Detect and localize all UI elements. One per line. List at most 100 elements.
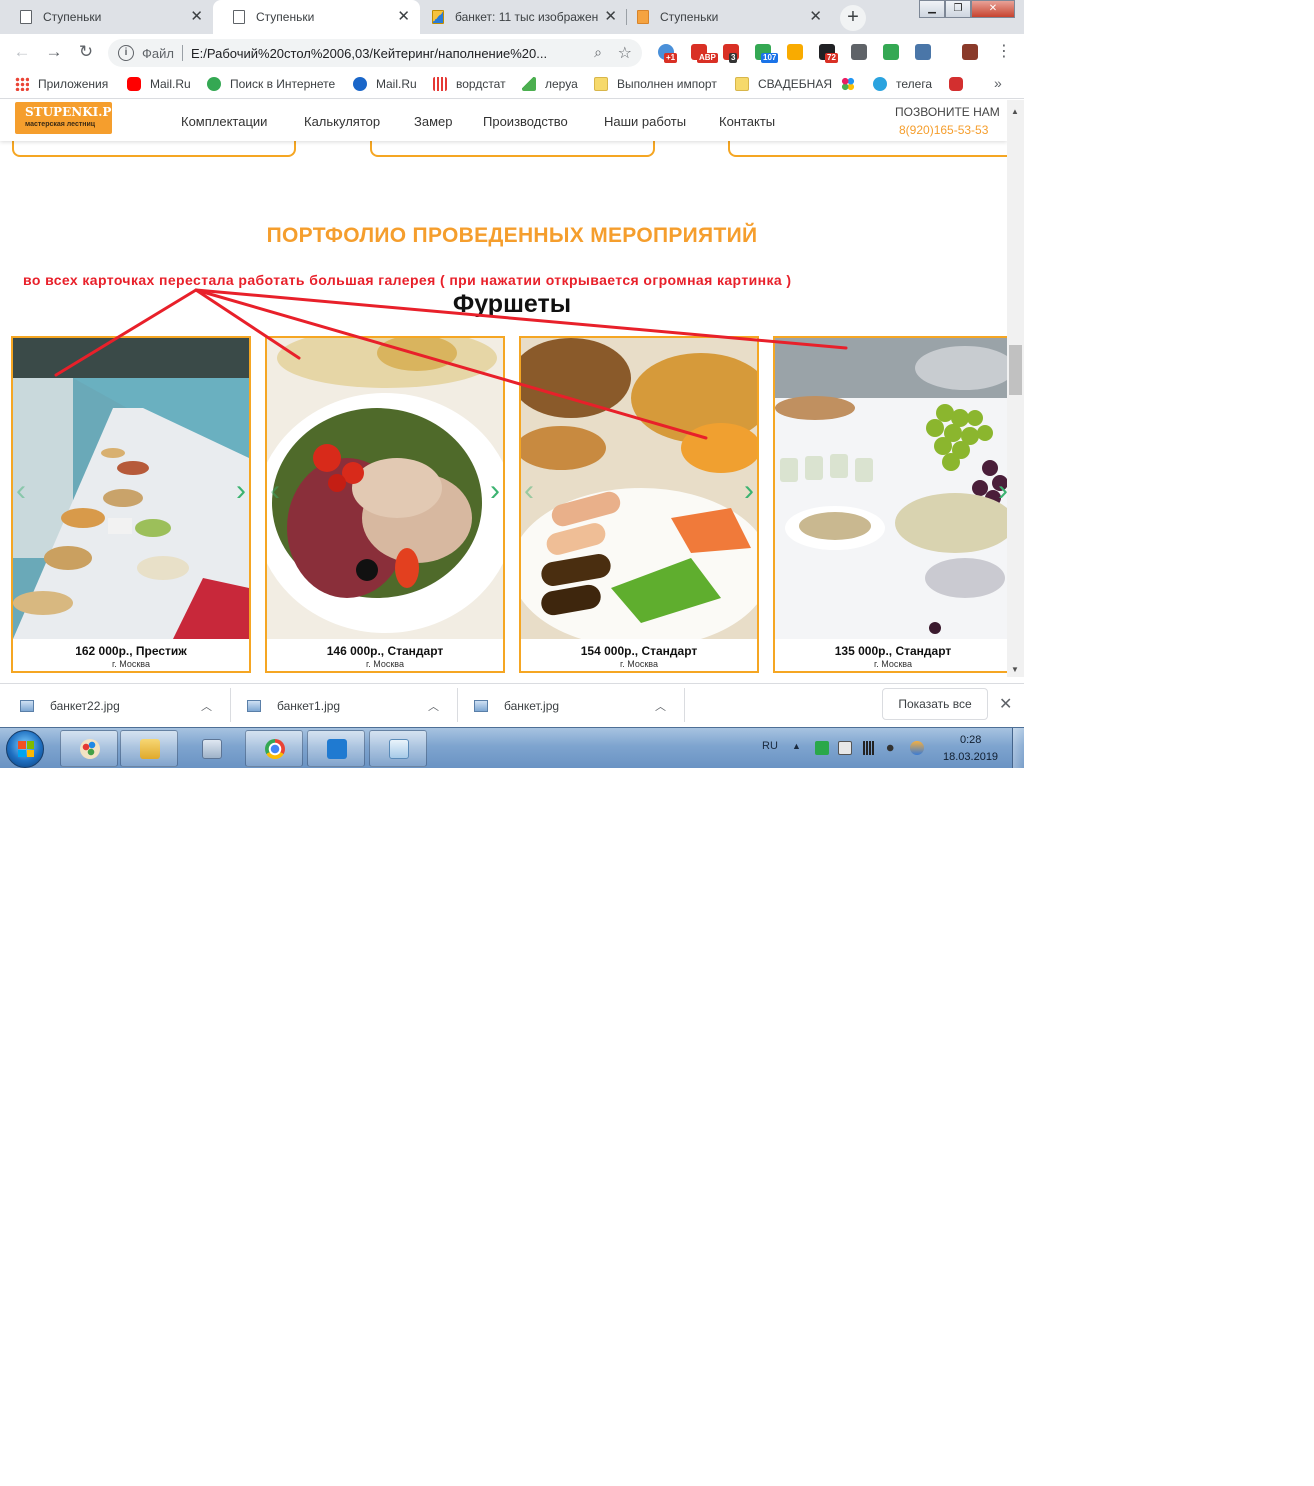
bookmark-mailru-2[interactable]: Mail.Ru bbox=[353, 77, 417, 91]
scroll-thumb[interactable] bbox=[1009, 345, 1022, 395]
bookmark-leroy[interactable]: леруа bbox=[522, 77, 578, 91]
taskbar-paint[interactable] bbox=[60, 730, 118, 767]
dots-color-icon bbox=[841, 77, 855, 91]
clock-date[interactable]: 18.03.2019 bbox=[943, 751, 998, 763]
chevron-up-icon[interactable]: ︿ bbox=[201, 698, 212, 714]
tab-close-icon[interactable]: ✕ bbox=[604, 9, 617, 25]
image-file-icon bbox=[474, 700, 488, 712]
bookmark-dots[interactable] bbox=[841, 77, 864, 91]
bookmark-folder-wedding[interactable]: СВАДЕБНАЯ bbox=[735, 77, 832, 91]
scroll-up-arrow-icon[interactable]: ▲ bbox=[1011, 107, 1019, 116]
back-button[interactable]: ← bbox=[10, 41, 34, 65]
banquet-hall-photo[interactable] bbox=[13, 338, 249, 639]
download-item[interactable]: банкет22.jpg ︿ bbox=[20, 684, 230, 728]
bookmark-apps[interactable]: Приложения bbox=[15, 77, 108, 91]
adblock-icon[interactable]: ABP bbox=[691, 44, 718, 63]
minimize-button[interactable]: ▁ bbox=[919, 0, 945, 18]
cloud-icon[interactable]: +1 bbox=[658, 44, 678, 63]
bookmark-search[interactable]: Поиск в Интернете bbox=[207, 77, 335, 91]
network-signal-icon[interactable] bbox=[862, 741, 876, 755]
bookmark-folder-import[interactable]: Выполнен импорт bbox=[594, 77, 717, 91]
volume-icon[interactable] bbox=[886, 741, 900, 755]
tray-weather-icon[interactable] bbox=[910, 741, 924, 755]
chat-icon[interactable]: 72 bbox=[819, 44, 838, 63]
taskbar-explorer[interactable] bbox=[120, 730, 178, 767]
event-card[interactable]: ‹ › 146 000р., Стандарт г. Москва bbox=[265, 336, 505, 673]
nav-calculator[interactable]: Калькулятор bbox=[304, 114, 380, 129]
new-tab-button[interactable]: + bbox=[840, 5, 866, 31]
language-indicator[interactable]: RU bbox=[762, 740, 778, 752]
gallery-next-arrow-icon[interactable]: › bbox=[744, 476, 754, 506]
vk-icon[interactable] bbox=[915, 44, 931, 60]
close-downloads-icon[interactable]: ✕ bbox=[999, 694, 1012, 714]
chevron-up-icon[interactable]: ︿ bbox=[655, 698, 666, 714]
chrome-menu-button[interactable]: ⋮ bbox=[996, 40, 1012, 64]
event-card[interactable]: ‹ › 154 000р., Стандарт г. Москва bbox=[519, 336, 759, 673]
bookmark-mailru-1[interactable]: Mail.Ru bbox=[127, 77, 191, 91]
bookmark-mask[interactable] bbox=[949, 77, 972, 91]
tab-close-icon[interactable]: ✕ bbox=[809, 9, 822, 25]
tab-close-icon[interactable]: ✕ bbox=[397, 9, 410, 25]
gallery-prev-arrow-icon[interactable]: ‹ bbox=[16, 476, 26, 506]
meat-plate-photo[interactable] bbox=[267, 338, 503, 639]
tab-4[interactable]: Ступеньки ✕ bbox=[627, 0, 832, 34]
taskbar-vscode[interactable] bbox=[307, 730, 365, 767]
yandex-icon[interactable] bbox=[787, 44, 803, 60]
taskbar-calculator[interactable] bbox=[182, 730, 240, 767]
pen-icon[interactable] bbox=[962, 44, 978, 60]
green-circle-icon[interactable] bbox=[883, 44, 899, 60]
tray-device-icon[interactable] bbox=[838, 741, 852, 755]
address-bar[interactable]: i Файл E:/Рабочий%20стол%2006,03/Кейтери… bbox=[108, 39, 642, 67]
event-card[interactable]: ‹ › 162 000р., Престиж г. Москва bbox=[11, 336, 251, 673]
rolls-plate-photo[interactable] bbox=[521, 338, 757, 639]
show-all-downloads-button[interactable]: Показать все bbox=[882, 688, 988, 720]
paint-icon bbox=[80, 739, 100, 759]
download-item[interactable]: банкет.jpg ︿ bbox=[474, 684, 684, 728]
bookmark-star-icon[interactable]: ☆ bbox=[618, 43, 632, 63]
info-icon[interactable]: i bbox=[118, 45, 134, 61]
nav-measure[interactable]: Замер bbox=[414, 114, 452, 129]
gallery-prev-arrow-icon[interactable]: ‹ bbox=[524, 476, 534, 506]
window-close-button[interactable]: ✕ bbox=[971, 0, 1015, 18]
restore-button[interactable]: ❐ bbox=[945, 0, 971, 18]
gallery-next-arrow-icon[interactable]: › bbox=[236, 476, 246, 506]
site-logo[interactable]: STUPENKI.PRO мастерская лестниц bbox=[15, 102, 132, 134]
clock-time[interactable]: 0:28 bbox=[960, 734, 981, 746]
forward-button[interactable]: → bbox=[42, 41, 66, 65]
scroll-down-arrow-icon[interactable]: ▼ bbox=[1011, 665, 1019, 674]
tab-2-active[interactable]: Ступеньки ✕ bbox=[213, 0, 420, 34]
page-scrollbar[interactable]: ▲ ▼ bbox=[1007, 100, 1024, 677]
gallery-prev-arrow-icon[interactable]: ‹ bbox=[270, 476, 280, 506]
phone-link[interactable]: 8(920)165-53-53 bbox=[899, 123, 988, 137]
ke-icon bbox=[207, 77, 221, 91]
bookmark-telegram[interactable]: телега bbox=[873, 77, 932, 91]
event-card[interactable]: › 135 000р., Стандарт г. Москва bbox=[773, 336, 1007, 673]
buffet-grapes-photo[interactable] bbox=[775, 338, 1007, 639]
reload-button[interactable]: ↻ bbox=[74, 41, 98, 65]
bookmark-wordstat[interactable]: вордстат bbox=[433, 77, 506, 91]
gallery-next-arrow-icon[interactable]: › bbox=[490, 476, 500, 506]
tab-3[interactable]: банкет: 11 тыс изображен ✕ bbox=[420, 0, 627, 34]
tab-close-icon[interactable]: ✕ bbox=[190, 9, 203, 25]
bookmark-label: СВАДЕБНАЯ bbox=[758, 77, 833, 91]
tray-green-icon[interactable] bbox=[815, 741, 829, 755]
nav-our-works[interactable]: Наши работы bbox=[604, 114, 686, 129]
url-text[interactable]: E:/Рабочий%20стол%2006,03/Кейтеринг/напо… bbox=[191, 46, 571, 61]
bookmarks-more-button[interactable]: » bbox=[994, 75, 1002, 91]
opera-red-icon[interactable]: 3 bbox=[723, 44, 739, 63]
tab-1[interactable]: Ступеньки ✕ bbox=[0, 0, 213, 34]
lock-icon[interactable]: 107 bbox=[755, 44, 779, 63]
download-item[interactable]: банкет1.jpg ︿ bbox=[247, 684, 457, 728]
tray-expand-icon[interactable]: ▲ bbox=[792, 741, 801, 751]
nav-production[interactable]: Производство bbox=[483, 114, 568, 129]
zoom-icon[interactable]: ⌕ bbox=[594, 44, 602, 61]
show-desktop-button[interactable] bbox=[1012, 728, 1024, 768]
gallery-next-arrow-icon[interactable]: › bbox=[998, 476, 1007, 506]
nav-contacts[interactable]: Контакты bbox=[719, 114, 775, 129]
chevron-up-icon[interactable]: ︿ bbox=[428, 698, 439, 714]
nav-complectations[interactable]: Комплектации bbox=[181, 114, 267, 129]
start-button[interactable] bbox=[6, 730, 44, 768]
taskbar-notepad[interactable] bbox=[369, 730, 427, 767]
camera-icon[interactable] bbox=[851, 44, 867, 60]
taskbar-chrome[interactable] bbox=[245, 730, 303, 767]
